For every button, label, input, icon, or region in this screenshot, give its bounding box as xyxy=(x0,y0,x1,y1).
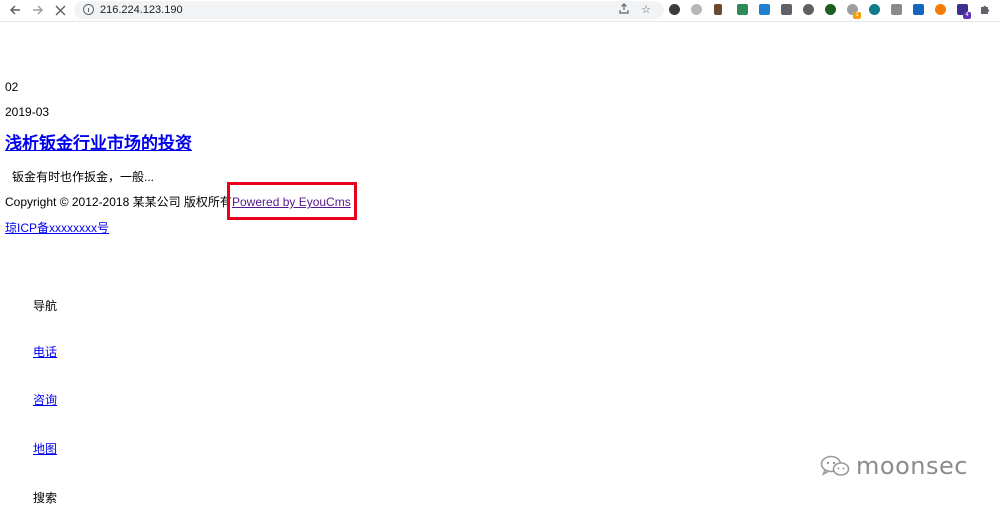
extension-badge: 1 xyxy=(853,12,861,19)
watermark: moonsec xyxy=(820,452,968,480)
browser-toolbar: 216.224.123.190 ☆ 1 4 xyxy=(0,0,1000,22)
mobile-nav-item-navigation: 导航 xyxy=(33,299,58,313)
extension-icon-11[interactable] xyxy=(891,4,902,15)
share-icon[interactable] xyxy=(617,3,631,17)
mobile-nav-item-map[interactable]: 地图 xyxy=(33,442,57,456)
mobile-nav-item-phone[interactable]: 电话 xyxy=(33,345,57,359)
extension-icon-1[interactable] xyxy=(669,4,680,15)
address-bar[interactable]: 216.224.123.190 ☆ xyxy=(74,1,664,19)
wechat-icon xyxy=(820,454,850,478)
url-text[interactable]: 216.224.123.190 xyxy=(100,3,183,17)
page-content: 02 2019-03 浅析钣金行业市场的投资 钣金有时也作扳金，一般... Co… xyxy=(0,23,1000,509)
extension-icon-2[interactable] xyxy=(691,4,702,15)
icp-link[interactable]: 琼ICP备xxxxxxxx号 xyxy=(5,221,109,235)
arrow-right-icon[interactable] xyxy=(30,2,46,18)
extension-icon-6[interactable] xyxy=(781,4,792,15)
extension-icon-4[interactable] xyxy=(737,4,748,15)
arrow-left-icon[interactable] xyxy=(7,2,23,18)
extension-icon-12[interactable] xyxy=(913,4,924,15)
puzzle-icon[interactable] xyxy=(978,3,992,17)
highlight-annotation xyxy=(227,182,357,220)
watermark-text: moonsec xyxy=(856,452,968,480)
extension-icon-3[interactable] xyxy=(714,4,722,15)
extension-icon-7[interactable] xyxy=(803,4,814,15)
extension-icon-13[interactable] xyxy=(935,4,946,15)
article-title-link[interactable]: 浅析钣金行业市场的投资 xyxy=(5,133,192,155)
article-day: 02 xyxy=(5,80,19,94)
extension-icon-8[interactable] xyxy=(825,4,836,15)
extension-badge: 4 xyxy=(963,12,971,19)
mobile-nav-item-search: 搜索 xyxy=(33,491,58,505)
extension-icon-10[interactable] xyxy=(869,4,880,15)
article-month: 2019-03 xyxy=(5,105,50,119)
footer-copyright: Copyright © 2012-2018 某某公司 版权所有 xyxy=(5,195,232,209)
info-icon[interactable] xyxy=(83,4,94,15)
close-icon[interactable] xyxy=(52,2,68,18)
mobile-nav-item-consult[interactable]: 咨询 xyxy=(33,393,57,407)
article-summary: 钣金有时也作扳金，一般... xyxy=(12,170,155,184)
star-icon[interactable]: ☆ xyxy=(639,3,653,17)
extension-icon-5[interactable] xyxy=(759,4,770,15)
